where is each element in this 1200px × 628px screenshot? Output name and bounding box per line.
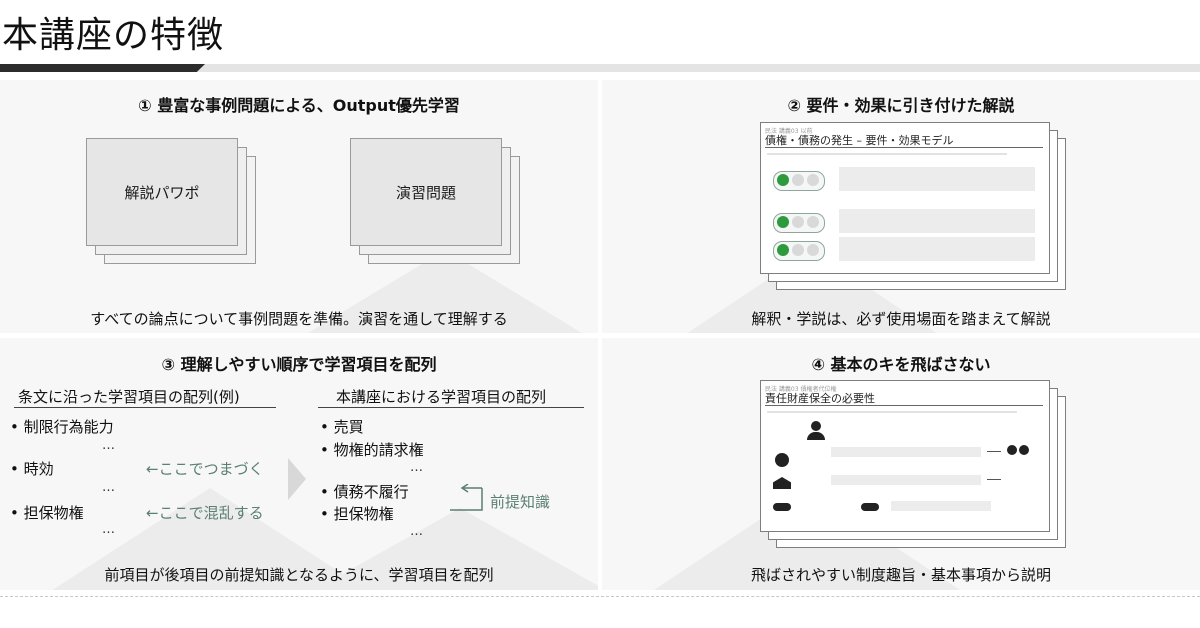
lecture-slides-card: 解説パワポ [86,138,238,246]
house-icon [773,477,791,489]
person-icon [811,421,821,431]
confusion-note: ←ここで混乱する [146,504,264,522]
panel-caption: 前項目が後項目の前提知識となるように、学習項目を配列 [104,566,494,584]
feature-panel-output-learning: ① 豊富な事例問題による、Output優先学習 解説パワポ 演習問題 すべての論… [0,80,598,333]
car-icon [773,503,791,511]
bracket-arrow-icon [450,484,483,511]
statute-item: • 制限行為能力 [10,418,114,436]
slide-preview: 民法 講義03 以前 債権・債務の発生 – 要件・効果モデル [760,122,1050,274]
course-item: • 売買 [320,418,364,436]
money-bag-icon [775,453,789,467]
panel-heading: ① 豊富な事例問題による、Output優先学習 [138,96,460,115]
panel-caption: すべての論点について事例問題を準備。演習を通して理解する [90,310,508,328]
feature-panel-requirements: ② 要件・効果に引き付けた解説 民法 講義03 以前 債権・債務の発生 – 要件… [602,80,1200,333]
slide-preview: 民法 講義03 債権者代位権 責任財産保全の必要性 [760,380,1050,532]
course-item: • 物権的請求権 [320,441,424,459]
exercises-stack: 演習問題 [350,138,522,264]
people-group-icon [1007,445,1017,455]
slide-title: 責任財産保全の必要性 [765,392,875,405]
statute-item: • 時効 [10,460,54,478]
feature-panel-fundamentals: ④ 基本のキを飛ばさない 民法 講義03 債権者代位権 責任財産保全の必要性 飛… [602,338,1200,590]
stumble-note: ←ここでつまづく [146,460,264,478]
bottom-divider [0,596,1200,597]
title-underline [0,64,1200,72]
slide-title: 債権・債務の発生 – 要件・効果モデル [765,134,954,147]
panel-caption: 飛ばされやすい制度趣旨・基本事項から説明 [750,566,1051,584]
chevron-right-icon [288,458,306,500]
statute-item: • 担保物権 [10,504,84,522]
course-item: • 担保物権 [320,505,394,523]
course-order-heading: 本講座における学習項目の配列 [336,388,547,406]
course-item: • 債務不履行 [320,483,409,501]
feature-panel-learning-order: ③ 理解しやすい順序で学習項目を配列 条文に沿った学習項目の配列(例) • 制限… [0,338,598,590]
exercises-card: 演習問題 [350,138,502,246]
panel-heading: ③ 理解しやすい順序で学習項目を配列 [161,355,437,374]
lecture-slides-stack: 解説パワポ [86,138,258,264]
panel-heading: ② 要件・効果に引き付けた解説 [787,96,1015,115]
statute-order-heading: 条文に沿った学習項目の配列(例) [18,388,240,406]
car-icon [861,503,879,511]
panel-caption: 解釈・学説は、必ず使用場面を踏まえて解説 [751,310,1051,328]
prerequisite-note: 前提知識 [490,493,551,511]
panel-heading: ④ 基本のキを飛ばさない [811,355,991,374]
page-title: 本講座の特徴 [2,15,225,56]
